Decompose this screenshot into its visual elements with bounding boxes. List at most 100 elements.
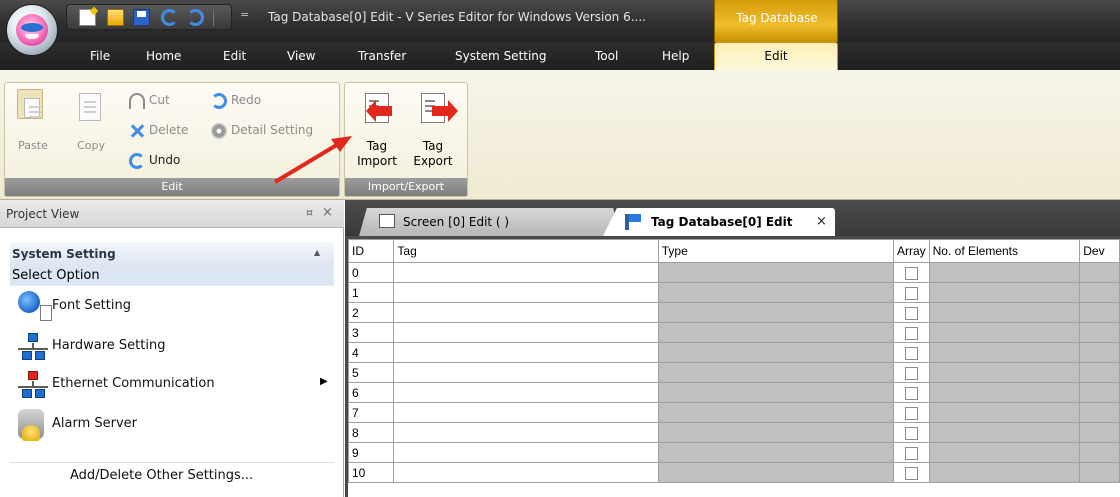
cell-array[interactable] [892, 422, 930, 443]
cell-elements[interactable] [928, 442, 1081, 463]
cell-id[interactable]: 5 [348, 362, 395, 383]
cell-dev[interactable] [1079, 342, 1120, 363]
cell-dev[interactable] [1079, 322, 1120, 343]
cell-elements[interactable] [928, 342, 1081, 363]
col-header-type[interactable]: Type [657, 239, 894, 263]
array-checkbox[interactable] [904, 286, 918, 300]
array-checkbox[interactable] [904, 466, 918, 480]
tab-view[interactable]: View [287, 49, 315, 63]
cell-id[interactable]: 0 [348, 262, 395, 283]
redo-icon[interactable] [187, 9, 204, 26]
open-folder-icon[interactable] [107, 9, 124, 26]
cell-id[interactable]: 9 [348, 442, 395, 463]
cell-elements[interactable] [928, 282, 1081, 303]
tab-tool[interactable]: Tool [595, 49, 618, 63]
cell-type[interactable] [657, 402, 894, 423]
cell-dev[interactable] [1079, 382, 1120, 403]
add-delete-settings-link[interactable]: Add/Delete Other Settings... [70, 468, 253, 483]
col-header-tag[interactable]: Tag [393, 239, 659, 263]
cell-array[interactable] [892, 342, 930, 363]
cell-array[interactable] [892, 282, 930, 303]
cell-tag[interactable] [393, 262, 659, 283]
cell-array[interactable] [892, 382, 930, 403]
cell-type[interactable] [657, 302, 894, 323]
cell-dev[interactable] [1079, 402, 1120, 423]
tab-tag-database-edit[interactable]: Tag Database[0] Edit × [603, 208, 835, 236]
cell-id[interactable]: 7 [348, 402, 395, 423]
cell-dev[interactable] [1079, 302, 1120, 323]
pin-icon[interactable]: ¤ [306, 206, 313, 219]
cell-array[interactable] [892, 442, 930, 463]
new-file-icon[interactable] [79, 9, 96, 26]
cell-array[interactable] [892, 262, 930, 283]
cell-type[interactable] [657, 342, 894, 363]
cell-tag[interactable] [393, 382, 659, 403]
tag-import-button[interactable]: Tag Import [355, 87, 399, 168]
array-checkbox[interactable] [904, 366, 918, 380]
tab-system-setting[interactable]: System Setting [455, 49, 547, 63]
undo-icon[interactable] [161, 9, 178, 26]
cell-dev[interactable] [1079, 422, 1120, 443]
cell-id[interactable]: 3 [348, 322, 395, 343]
cell-tag[interactable] [393, 402, 659, 423]
cell-tag[interactable] [393, 462, 659, 483]
tab-context-edit[interactable]: Edit [714, 42, 838, 70]
tag-export-button[interactable]: Tag Export [411, 87, 458, 168]
cell-tag[interactable] [393, 422, 659, 443]
cell-tag[interactable] [393, 282, 659, 303]
cell-elements[interactable] [928, 262, 1081, 283]
cell-elements[interactable] [928, 402, 1081, 423]
cell-elements[interactable] [928, 362, 1081, 383]
col-header-id[interactable]: ID [348, 239, 395, 263]
array-checkbox[interactable] [904, 346, 918, 360]
cell-elements[interactable] [928, 322, 1081, 343]
cell-array[interactable] [892, 322, 930, 343]
cell-id[interactable]: 2 [348, 302, 395, 323]
tab-close-icon[interactable]: × [816, 214, 827, 229]
submenu-arrow-icon[interactable]: ▶ [320, 376, 328, 387]
cell-type[interactable] [657, 282, 894, 303]
cell-type[interactable] [657, 462, 894, 483]
cell-dev[interactable] [1079, 262, 1120, 283]
collapse-up-icon[interactable]: ▲ [314, 248, 320, 257]
cell-array[interactable] [892, 362, 930, 383]
array-checkbox[interactable] [904, 306, 918, 320]
cell-tag[interactable] [393, 322, 659, 343]
array-checkbox[interactable] [904, 426, 918, 440]
tab-edit[interactable]: Edit [223, 49, 246, 63]
cell-type[interactable] [657, 442, 894, 463]
cell-id[interactable]: 1 [348, 282, 395, 303]
cell-array[interactable] [892, 402, 930, 423]
pv-item-font-setting[interactable]: Font Setting [10, 288, 334, 326]
paste-button[interactable]: Paste [11, 87, 55, 167]
cell-type[interactable] [657, 382, 894, 403]
array-checkbox[interactable] [904, 386, 918, 400]
array-checkbox[interactable] [904, 266, 918, 280]
cell-dev[interactable] [1079, 362, 1120, 383]
pv-item-hardware-setting[interactable]: Hardware Setting [10, 328, 334, 366]
pv-item-ethernet-communication[interactable]: Ethernet Communication [10, 366, 334, 404]
application-menu-button[interactable] [6, 4, 58, 56]
cell-tag[interactable] [393, 442, 659, 463]
cell-type[interactable] [657, 422, 894, 443]
cell-array[interactable] [892, 302, 930, 323]
cell-dev[interactable] [1079, 282, 1120, 303]
tab-file[interactable]: File [90, 49, 110, 63]
cell-id[interactable]: 6 [348, 382, 395, 403]
cell-tag[interactable] [393, 342, 659, 363]
col-header-dev[interactable]: Dev [1079, 239, 1120, 263]
cell-dev[interactable] [1079, 462, 1120, 483]
col-header-array[interactable]: Array [892, 239, 930, 263]
tab-screen-edit[interactable]: Screen [0] Edit ( ) [359, 208, 621, 236]
col-header-elements[interactable]: No. of Elements [928, 239, 1081, 263]
system-setting-header[interactable]: System Setting ▲ [10, 242, 334, 266]
cell-elements[interactable] [928, 382, 1081, 403]
tab-help[interactable]: Help [662, 49, 689, 63]
customize-qat-button[interactable]: = [240, 8, 249, 21]
cell-dev[interactable] [1079, 442, 1120, 463]
cell-type[interactable] [657, 262, 894, 283]
array-checkbox[interactable] [904, 406, 918, 420]
tab-home[interactable]: Home [146, 49, 181, 63]
close-icon[interactable]: × [322, 205, 333, 220]
array-checkbox[interactable] [904, 326, 918, 340]
